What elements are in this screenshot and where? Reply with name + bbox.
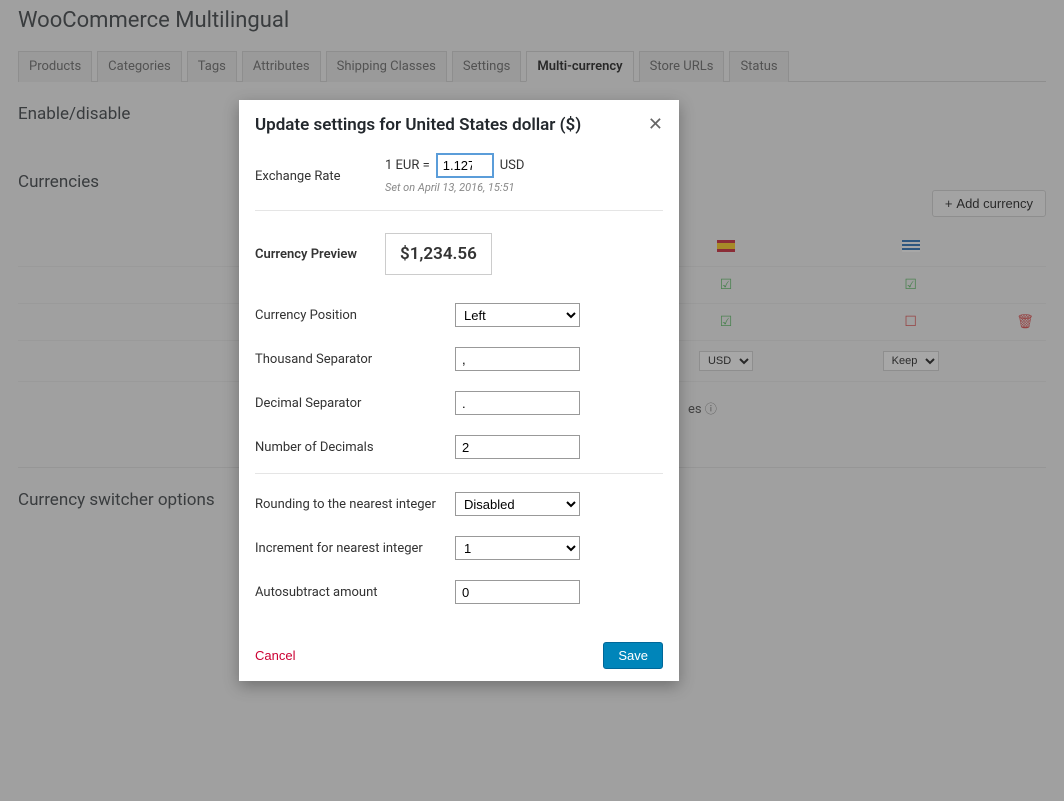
currency-preview-row: Currency Preview $1,234.56 — [255, 215, 663, 293]
rounding-select[interactable]: Disabled — [455, 492, 580, 516]
decimal-separator-row: Decimal Separator — [255, 381, 663, 425]
rounding-label: Rounding to the nearest integer — [255, 497, 455, 512]
thousand-separator-label: Thousand Separator — [255, 352, 455, 367]
exchange-prefix: 1 EUR = — [385, 158, 430, 173]
modal-header: Update settings for United States dollar… — [239, 100, 679, 149]
exchange-meta: Set on April 13, 2016, 15:51 — [385, 181, 663, 194]
exchange-suffix: USD — [500, 158, 525, 173]
modal-footer: Cancel Save — [239, 630, 679, 681]
cancel-button[interactable]: Cancel — [255, 648, 295, 663]
decimal-separator-label: Decimal Separator — [255, 396, 455, 411]
autosubtract-row: Autosubtract amount — [255, 570, 663, 614]
save-button[interactable]: Save — [603, 642, 663, 669]
currency-preview-label: Currency Preview — [255, 247, 385, 262]
exchange-rate-input[interactable] — [436, 153, 494, 178]
autosubtract-input[interactable] — [455, 580, 580, 604]
currency-position-label: Currency Position — [255, 308, 455, 323]
increment-row: Increment for nearest integer 1 — [255, 526, 663, 570]
modal-body: Exchange Rate 1 EUR = USD Set on April 1… — [239, 149, 679, 630]
thousand-separator-input[interactable] — [455, 347, 580, 371]
exchange-rate-label: Exchange Rate — [255, 153, 385, 184]
increment-label: Increment for nearest integer — [255, 541, 455, 556]
exchange-rate-row: Exchange Rate 1 EUR = USD Set on April 1… — [255, 153, 663, 211]
divider — [255, 473, 663, 474]
modal-title: Update settings for United States dollar… — [255, 115, 581, 135]
close-icon[interactable]: ✕ — [648, 114, 663, 135]
currency-preview-value: $1,234.56 — [385, 233, 492, 275]
autosubtract-label: Autosubtract amount — [255, 585, 455, 600]
number-of-decimals-input[interactable] — [455, 435, 580, 459]
number-of-decimals-label: Number of Decimals — [255, 440, 455, 455]
currency-settings-modal: Update settings for United States dollar… — [239, 100, 679, 681]
currency-position-select[interactable]: Left — [455, 303, 580, 327]
thousand-separator-row: Thousand Separator — [255, 337, 663, 381]
rounding-row: Rounding to the nearest integer Disabled — [255, 482, 663, 526]
decimal-separator-input[interactable] — [455, 391, 580, 415]
increment-select[interactable]: 1 — [455, 536, 580, 560]
number-of-decimals-row: Number of Decimals — [255, 425, 663, 469]
currency-position-row: Currency Position Left — [255, 293, 663, 337]
